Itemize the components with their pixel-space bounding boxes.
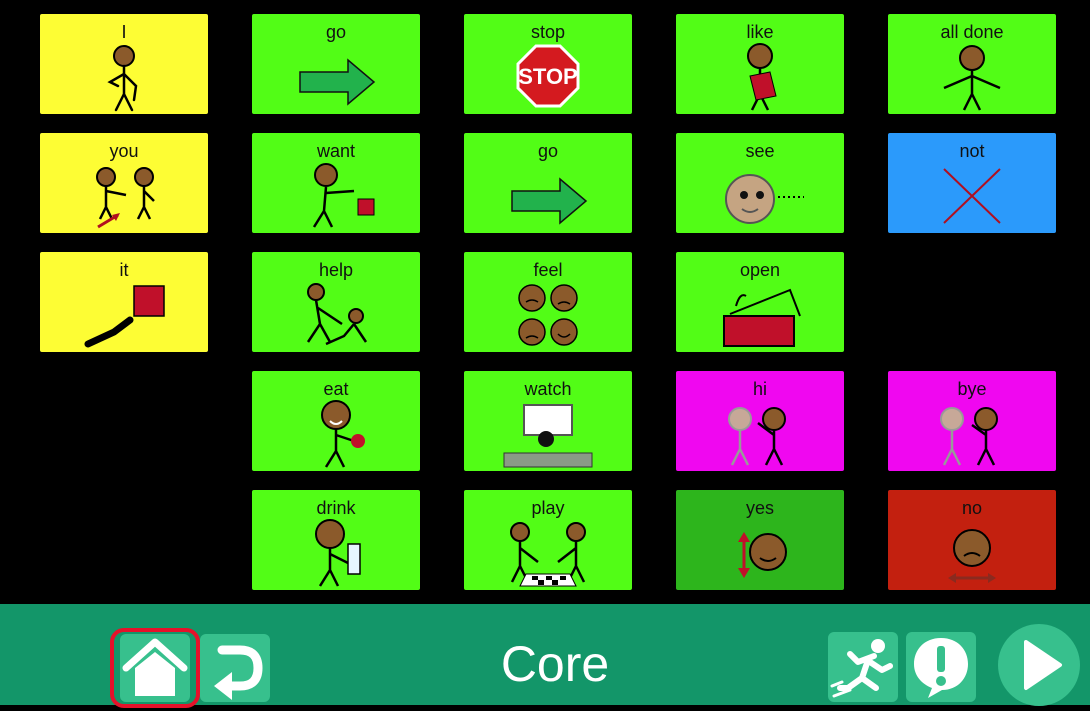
tile-not[interactable]: not xyxy=(888,133,1056,233)
four-faces-icon xyxy=(518,284,578,346)
page-title: Core xyxy=(500,636,610,692)
tile-like[interactable]: like xyxy=(676,14,844,114)
tile-label: it xyxy=(119,260,129,280)
tile-i[interactable]: I xyxy=(40,14,208,114)
tile-go-1[interactable]: go xyxy=(252,14,420,114)
face-nodding-icon xyxy=(738,532,787,578)
two-people-pointing-icon xyxy=(96,167,155,229)
tile-label: I xyxy=(121,22,127,42)
tile-label: all done xyxy=(940,22,1004,42)
tile-it[interactable]: it xyxy=(40,252,208,352)
vocabulary-grid: Iyou it go want help eat drink stop STOP go feel wa… xyxy=(0,0,1090,604)
return-arrow-icon xyxy=(214,645,263,700)
face-shaking-icon xyxy=(948,529,996,583)
two-people-playing-icon xyxy=(510,522,586,587)
home-button[interactable] xyxy=(120,634,190,702)
tile-label: like xyxy=(746,22,774,42)
tile-help[interactable]: help xyxy=(252,252,420,352)
tile-all-done[interactable]: all done xyxy=(888,14,1056,114)
person-heart-icon xyxy=(747,43,777,111)
bottom-toolbar: Core xyxy=(0,604,1090,708)
person-drinking-icon xyxy=(315,519,361,587)
tile-see[interactable]: see xyxy=(676,133,844,233)
tile-label: hi xyxy=(752,379,767,399)
tile-label: want xyxy=(316,141,356,161)
tile-label: drink xyxy=(316,498,356,518)
tile-label: you xyxy=(109,141,139,161)
tile-label: yes xyxy=(745,498,774,518)
tile-go-2[interactable]: go xyxy=(464,133,632,233)
hand-pointing-square-icon xyxy=(84,285,165,348)
tile-label: not xyxy=(959,141,985,161)
tile-label: watch xyxy=(524,379,572,399)
tile-label: bye xyxy=(957,379,987,399)
arrow-right-icon xyxy=(299,58,376,106)
exclamation-bubble-icon xyxy=(914,638,968,698)
tile-hi[interactable]: hi xyxy=(676,371,844,471)
person-watching-screen-icon xyxy=(503,404,593,468)
quickfires-button[interactable] xyxy=(828,632,898,702)
tile-no[interactable]: no xyxy=(888,490,1056,590)
tile-label: eat xyxy=(323,379,349,399)
tile-label: help xyxy=(318,260,354,280)
cross-icon xyxy=(943,168,1001,224)
arrow-right-icon xyxy=(511,177,588,225)
tile-yes[interactable]: yes xyxy=(676,490,844,590)
person-helping-icon xyxy=(306,283,368,346)
stop-sign-icon: STOP xyxy=(516,44,580,108)
tile-feel[interactable]: feel xyxy=(464,252,632,352)
home-icon xyxy=(122,638,188,696)
tile-open[interactable]: open xyxy=(676,252,844,352)
tile-watch[interactable]: watch xyxy=(464,371,632,471)
tile-want[interactable]: want xyxy=(252,133,420,233)
tile-bye[interactable]: bye xyxy=(888,371,1056,471)
person-reaching-icon xyxy=(312,163,375,228)
tile-label: no xyxy=(961,498,983,518)
tile-label: open xyxy=(739,260,781,280)
person-waving-icon xyxy=(728,407,786,466)
tile-label: go xyxy=(325,22,347,42)
tile-label: feel xyxy=(533,260,563,280)
person-waving-bye-icon xyxy=(940,407,998,466)
running-person-icon xyxy=(830,639,893,698)
face-looking-icon xyxy=(725,174,804,224)
person-eating-apple-icon xyxy=(321,400,365,468)
tile-play[interactable]: play xyxy=(464,490,632,590)
tile-drink[interactable]: drink xyxy=(252,490,420,590)
box-open-icon xyxy=(723,288,801,347)
tile-label: see xyxy=(745,141,775,161)
tile-label: play xyxy=(531,498,565,518)
tile-eat[interactable]: eat xyxy=(252,371,420,471)
back-button[interactable] xyxy=(200,634,270,702)
tile-label: stop xyxy=(530,22,566,42)
tile-label: go xyxy=(537,141,559,161)
svg-text:STOP: STOP xyxy=(518,64,578,89)
alert-button[interactable] xyxy=(906,632,976,702)
speak-button[interactable] xyxy=(998,624,1080,706)
person-pointing-self-icon xyxy=(107,45,138,112)
play-icon xyxy=(1024,640,1062,690)
tile-you[interactable]: you xyxy=(40,133,208,233)
person-hands-open-icon xyxy=(943,45,1001,111)
tile-stop[interactable]: stop STOP xyxy=(464,14,632,114)
